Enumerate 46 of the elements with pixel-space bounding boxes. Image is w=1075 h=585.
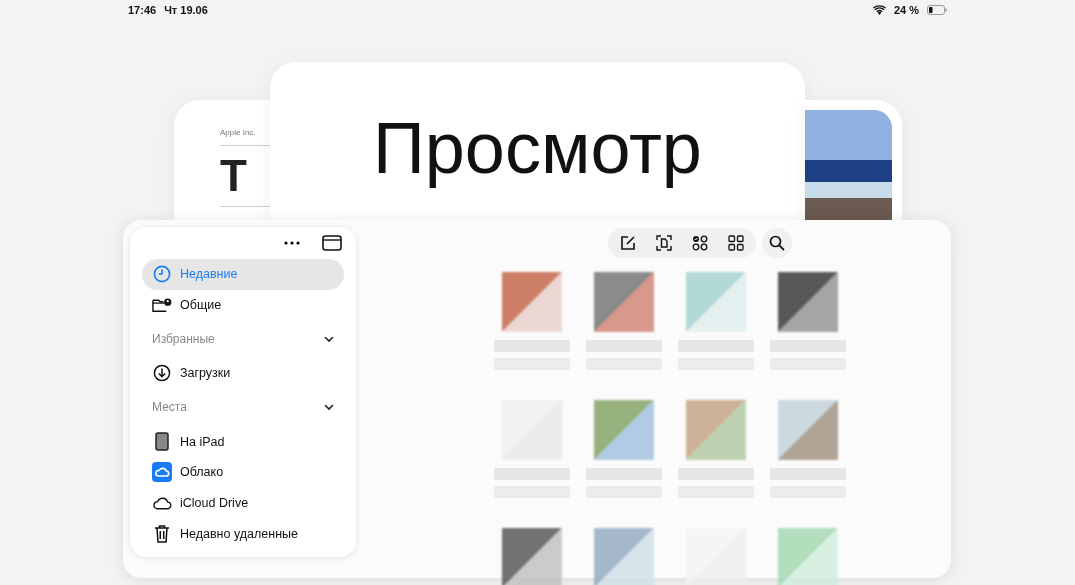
status-time: 17:46 [128,4,157,16]
preview-card[interactable]: Просмотр [270,62,805,220]
sidebar-item[interactable]: Недавно удаленные [142,518,344,550]
photo-placeholder [594,272,654,332]
battery-percent: 24 % [893,4,919,16]
select-circles-icon[interactable] [692,235,708,251]
chevron-icon[interactable] [324,402,334,413]
scan-document-icon[interactable] [656,235,672,251]
photo-placeholder [594,400,654,460]
photo-placeholder [686,400,746,460]
photo-placeholder [778,528,838,585]
search-button[interactable] [762,228,792,258]
photo-placeholder [778,400,838,460]
download-icon [152,364,172,383]
document-title: T [220,154,248,198]
battery-icon [927,5,947,15]
app-title: Просмотр [373,108,702,188]
more-icon[interactable] [284,241,300,245]
photo-placeholder [502,272,562,332]
cloud-icon [152,462,172,483]
sidebar-item[interactable]: На iPad [142,426,344,457]
photo-placeholder [502,528,562,585]
trash-icon [152,524,172,544]
tablet-icon [152,432,172,452]
photo-placeholder [686,272,746,332]
document-card[interactable]: Apple Inc. T [174,100,270,220]
search-icon [769,235,785,251]
photo-placeholder [778,272,838,332]
sidebar-item[interactable]: Общие [142,289,344,321]
photo-card[interactable] [805,100,902,220]
photo-placeholder [594,528,654,585]
clock-icon [152,265,172,284]
sidebar-item[interactable]: iCloud Drive [142,487,344,519]
wifi-icon [872,5,886,15]
sidebar-toggle-icon[interactable] [322,235,342,251]
chevron-icon[interactable] [324,334,334,345]
compose-icon[interactable] [620,235,636,251]
status-date: Чт 19.06 [164,4,208,16]
sidebar-item[interactable]: Облако [142,456,344,488]
cloud-icon [152,496,172,510]
folder-person-icon [152,297,172,314]
sidebar-item[interactable]: Загрузки [142,358,344,389]
section-heading: Избранные [152,332,215,347]
grid-icon[interactable] [728,235,744,251]
section-heading: Места [152,400,187,415]
document-header: Apple Inc. [220,128,257,137]
